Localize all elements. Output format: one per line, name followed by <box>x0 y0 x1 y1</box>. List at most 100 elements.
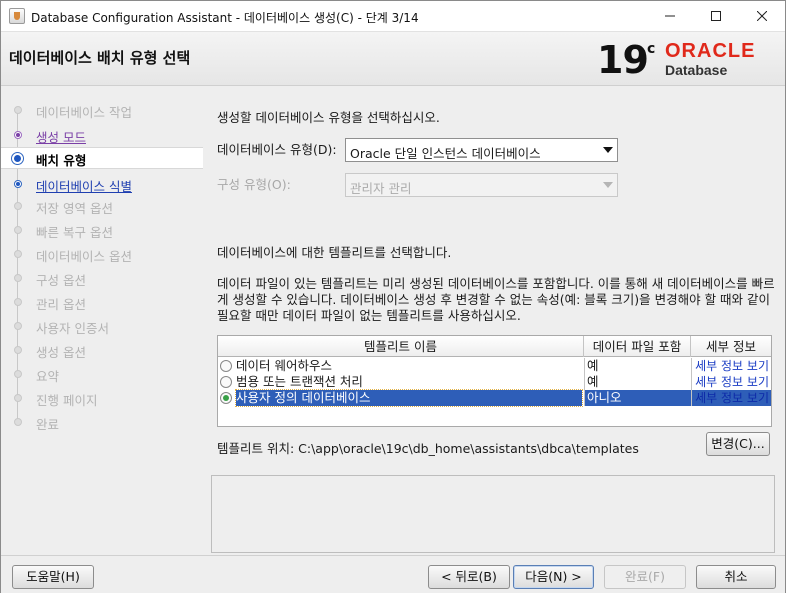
step-9: 사용자 인증서 <box>1 315 203 337</box>
java-app-icon <box>9 8 25 24</box>
step-dot-icon <box>14 180 22 188</box>
cancel-button[interactable]: 취소 <box>696 565 776 589</box>
table-row[interactable]: 데이터 웨어하우스 예 세부 정보 보기 <box>218 358 771 374</box>
template-radio[interactable] <box>220 376 232 388</box>
step-label: 사용자 인증서 <box>36 321 109 336</box>
template-description: 데이터 파일이 있는 템플리트는 미리 생성된 데이터베이스를 포함합니다. 이… <box>217 276 775 323</box>
template-name: 범용 또는 트랜잭션 처리 <box>236 374 363 389</box>
template-radio[interactable] <box>220 392 232 404</box>
step-8: 관리 옵션 <box>1 291 203 313</box>
finish-button: 완료(F) <box>604 565 686 589</box>
step-dot-icon <box>14 346 22 354</box>
back-button-label: < 뒤로(B) <box>441 569 497 584</box>
next-button-label: 다음(N) > <box>525 569 582 584</box>
change-button-label: 변경(C)... <box>711 436 765 451</box>
db-type-value: Oracle 단일 인스턴스 데이터베이스 <box>350 146 541 161</box>
step-label[interactable]: 생성 모드 <box>36 127 86 146</box>
current-step-icon <box>11 152 24 165</box>
step-12: 진행 페이지 <box>1 387 203 409</box>
cancel-button-label: 취소 <box>724 569 748 584</box>
dbca-window: Database Configuration Assistant - 데이터베이… <box>0 0 786 593</box>
step-dot-icon <box>14 106 22 114</box>
config-type-dropdown: 관리자 관리 <box>345 173 618 197</box>
step-label: 배치 유형 <box>36 153 87 168</box>
message-area <box>211 475 775 553</box>
template-name: 사용자 정의 데이터베이스 <box>235 389 583 407</box>
step-dot-icon <box>14 298 22 306</box>
step-label: 데이터베이스 옵션 <box>36 249 132 264</box>
template-instruction: 데이터베이스에 대한 템플리트를 선택합니다. <box>217 245 452 260</box>
step-dot-icon <box>14 250 22 258</box>
next-button[interactable]: 다음(N) > <box>513 565 594 589</box>
column-header-name[interactable]: 템플리트 이름 <box>218 336 584 357</box>
change-location-button[interactable]: 변경(C)... <box>706 432 770 456</box>
minimize-icon <box>665 15 675 17</box>
template-name: 데이터 웨어하우스 <box>236 358 332 373</box>
oracle-19c-logo: 19 c ORACLE Database <box>597 38 777 82</box>
table-row[interactable]: 사용자 정의 데이터베이스 아니오 세부 정보 보기 <box>218 389 771 407</box>
logo-version: 19 <box>597 38 649 82</box>
maximize-button[interactable] <box>693 1 739 31</box>
db-type-label: 데이터베이스 유형(D): <box>217 142 337 157</box>
step-2: 배치 유형 <box>1 147 203 169</box>
logo-brand: ORACLE <box>665 40 756 62</box>
window-title: Database Configuration Assistant - 데이터베이… <box>31 11 419 25</box>
close-button[interactable] <box>739 1 785 31</box>
datafiles-cell: 예 <box>584 374 691 390</box>
step-11: 요약 <box>1 363 203 385</box>
step-label: 진행 페이지 <box>36 393 98 408</box>
step-dot-icon <box>14 418 22 426</box>
step-label: 완료 <box>36 417 60 432</box>
page-title: 데이터베이스 배치 유형 선택 <box>9 49 191 67</box>
step-13: 완료 <box>1 411 203 433</box>
step-dot-icon <box>14 274 22 282</box>
step-label: 관리 옵션 <box>36 297 86 312</box>
column-header-details[interactable]: 세부 정보 <box>691 336 771 357</box>
step-label: 생성 옵션 <box>36 345 86 360</box>
step-dot-icon <box>14 131 22 139</box>
wizard-footer: 도움말(H) < 뒤로(B) 다음(N) > 완료(F) 취소 <box>1 555 785 593</box>
table-row[interactable]: 범용 또는 트랜잭션 처리 예 세부 정보 보기 <box>218 374 771 390</box>
step-4: 저장 영역 옵션 <box>1 195 203 217</box>
column-header-datafiles[interactable]: 데이터 파일 포함 <box>584 336 691 357</box>
logo-sub: Database <box>665 62 728 78</box>
step-10: 생성 옵션 <box>1 339 203 361</box>
template-radio[interactable] <box>220 360 232 372</box>
view-details-link[interactable]: 세부 정보 보기 <box>695 375 769 389</box>
step-3[interactable]: 데이터베이스 식별 <box>1 173 203 195</box>
datafiles-cell: 예 <box>584 358 691 374</box>
back-button[interactable]: < 뒤로(B) <box>428 565 510 589</box>
title-bar: Database Configuration Assistant - 데이터베이… <box>1 1 785 32</box>
dropdown-arrow-icon <box>603 182 613 188</box>
template-location: 템플리트 위치: C:\app\oracle\19c\db_home\assis… <box>217 441 639 456</box>
step-dot-icon <box>14 394 22 402</box>
step-label: 요약 <box>36 369 60 384</box>
step-1[interactable]: 생성 모드 <box>1 124 203 146</box>
datafiles-cell: 아니오 <box>584 390 691 406</box>
config-type-value: 관리자 관리 <box>350 181 412 196</box>
step-label: 데이터베이스 작업 <box>36 105 132 120</box>
step-dot-icon <box>14 202 22 210</box>
config-type-label: 구성 유형(O): <box>217 177 291 192</box>
step-label[interactable]: 데이터베이스 식별 <box>36 176 132 195</box>
dropdown-arrow-icon <box>603 147 613 153</box>
view-details-link[interactable]: 세부 정보 보기 <box>695 391 769 405</box>
step-6: 데이터베이스 옵션 <box>1 243 203 265</box>
step-dot-icon <box>14 226 22 234</box>
details-cell: 세부 정보 보기 <box>691 390 771 406</box>
content-panel: 생성할 데이터베이스 유형을 선택하십시오. 데이터베이스 유형(D): Ora… <box>203 87 785 555</box>
details-cell: 세부 정보 보기 <box>691 358 771 374</box>
step-7: 구성 옵션 <box>1 267 203 289</box>
help-button-label: 도움말(H) <box>26 569 80 584</box>
db-type-dropdown[interactable]: Oracle 단일 인스턴스 데이터베이스 <box>345 138 618 162</box>
page-header: 데이터베이스 배치 유형 선택 19 c ORACLE Database <box>1 32 785 86</box>
close-icon <box>757 11 767 21</box>
instruction-text: 생성할 데이터베이스 유형을 선택하십시오. <box>217 110 440 125</box>
template-table: 템플리트 이름 데이터 파일 포함 세부 정보 데이터 웨어하우스 예 세부 정… <box>217 335 772 427</box>
table-header: 템플리트 이름 데이터 파일 포함 세부 정보 <box>218 336 771 357</box>
view-details-link[interactable]: 세부 정보 보기 <box>695 359 769 373</box>
step-dot-icon <box>14 322 22 330</box>
finish-button-label: 완료(F) <box>625 569 665 584</box>
minimize-button[interactable] <box>647 1 693 31</box>
help-button[interactable]: 도움말(H) <box>12 565 94 589</box>
